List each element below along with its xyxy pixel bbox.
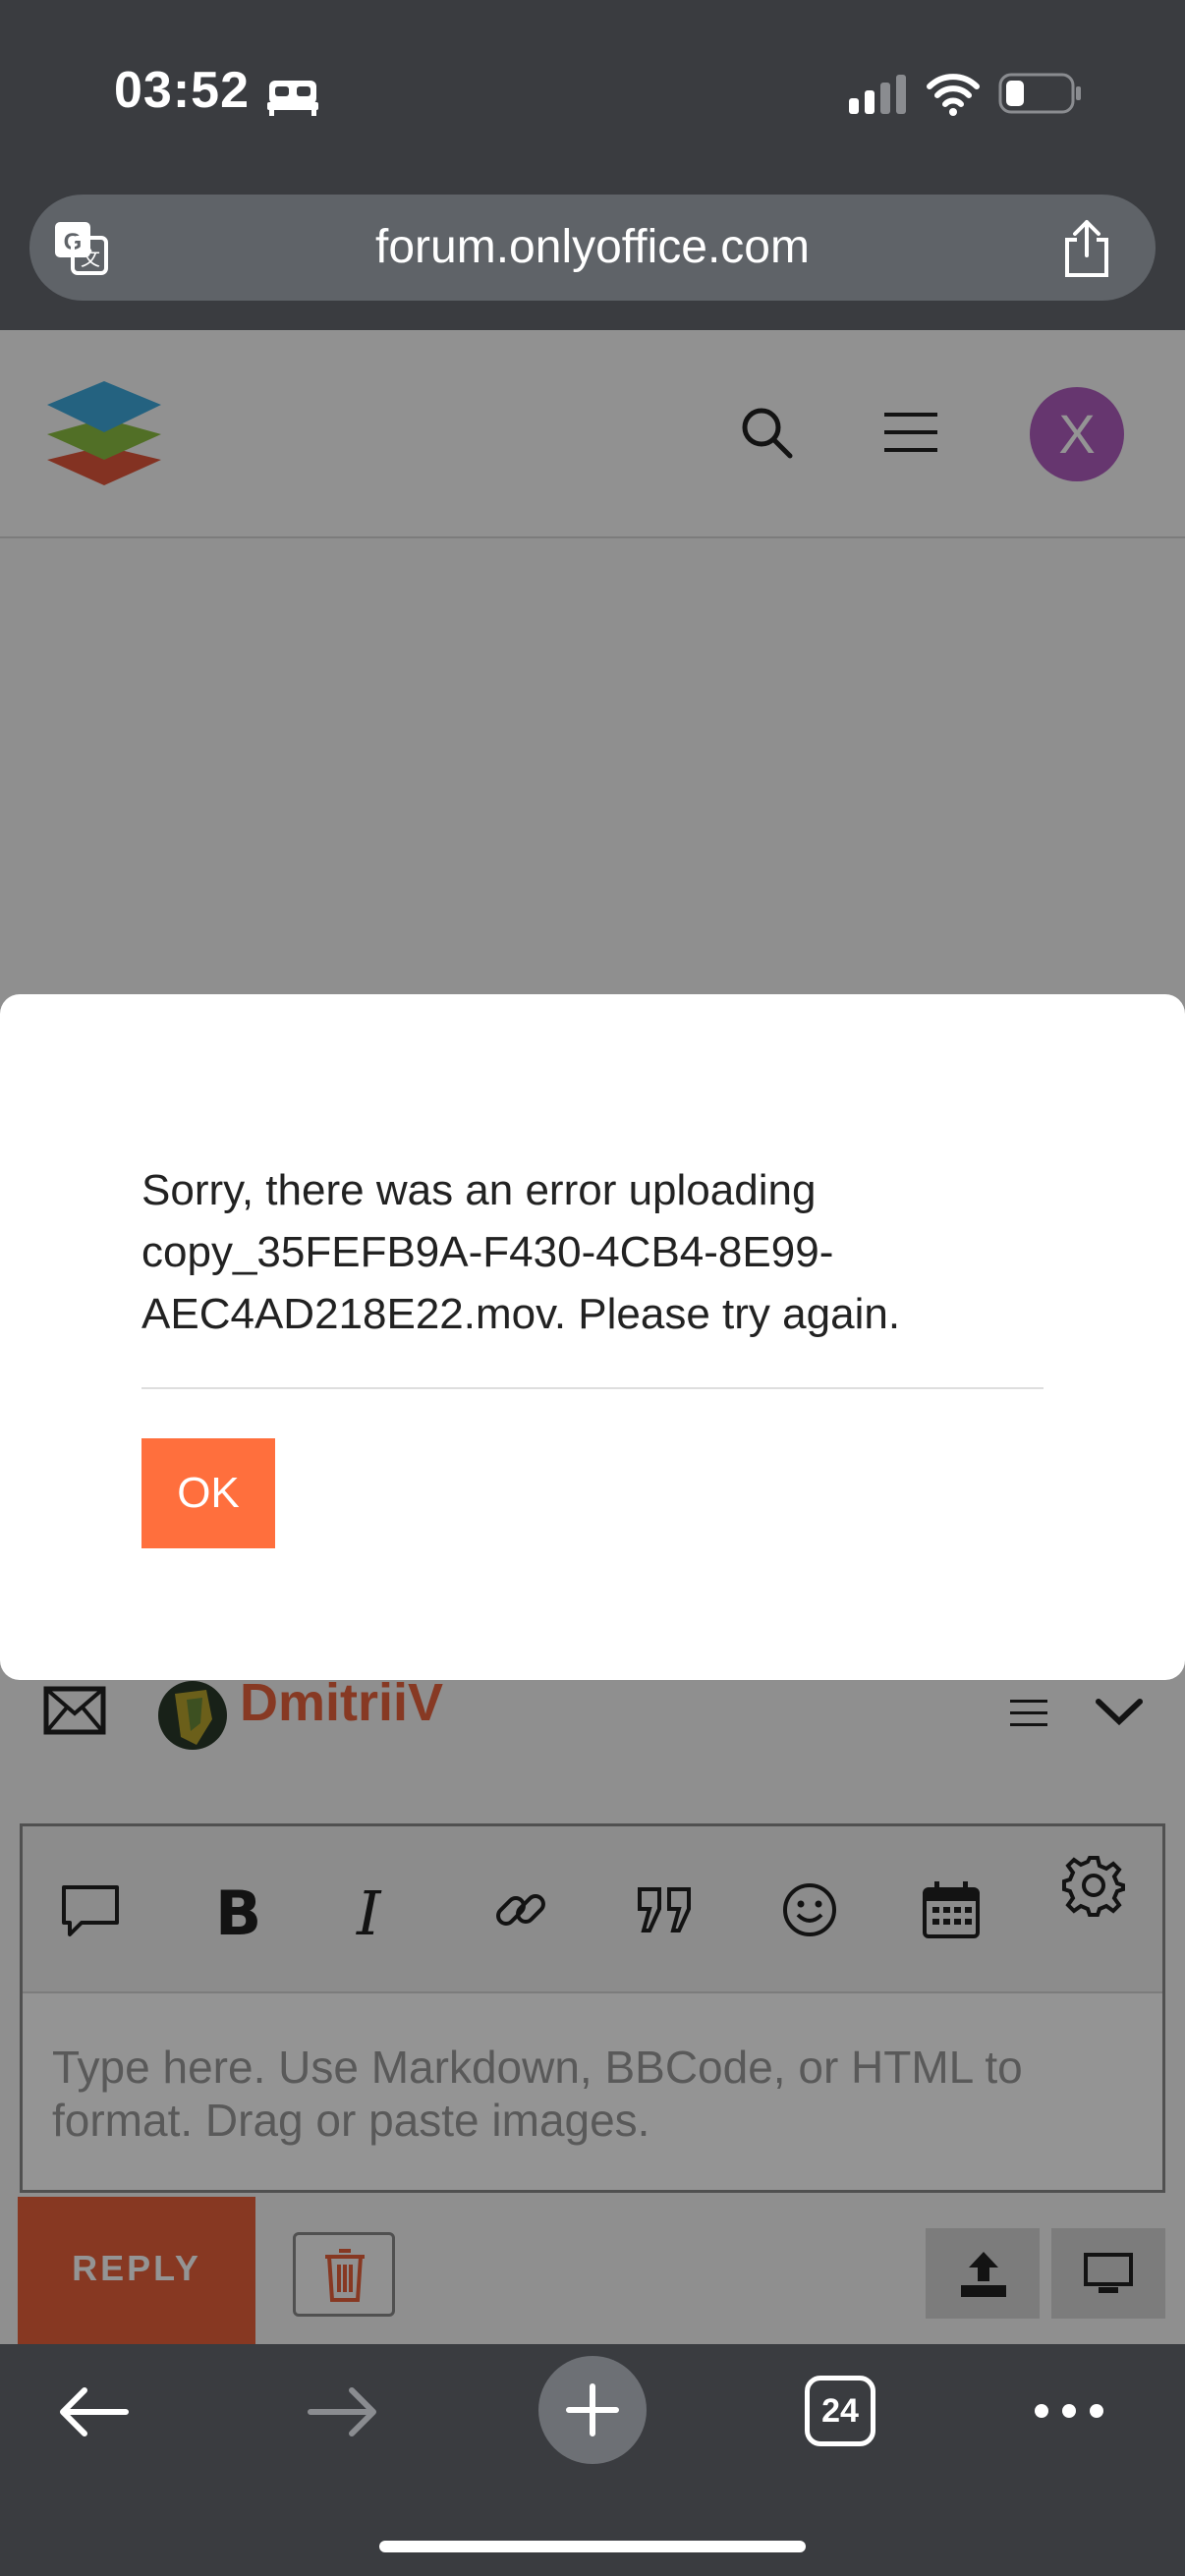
- back-arrow-icon[interactable]: [57, 2385, 130, 2438]
- dialog-divider: [141, 1387, 1044, 1389]
- share-icon[interactable]: [1057, 216, 1116, 279]
- home-indicator: [379, 2541, 806, 2552]
- address-bar[interactable]: G 文 forum.onlyoffice.com: [29, 195, 1156, 301]
- error-message: Sorry, there was an error uploading copy…: [141, 1166, 901, 1338]
- new-tab-button[interactable]: [538, 2356, 647, 2464]
- more-options-icon[interactable]: [1034, 2399, 1104, 2423]
- tab-switcher-button[interactable]: 24: [805, 2376, 875, 2446]
- forward-arrow-icon[interactable]: [307, 2385, 379, 2438]
- error-dialog: Sorry, there was an error uploading copy…: [0, 994, 1185, 1680]
- ok-button[interactable]: OK: [141, 1438, 275, 1548]
- signal-icon: [849, 75, 906, 114]
- status-bar: 03:52: [0, 0, 1185, 182]
- plus-icon: [566, 2383, 619, 2436]
- battery-icon: [998, 73, 1081, 114]
- status-time: 03:52: [114, 62, 250, 119]
- bed-icon: [267, 81, 318, 116]
- url-text[interactable]: forum.onlyoffice.com: [29, 195, 1156, 301]
- wifi-icon: [927, 74, 980, 116]
